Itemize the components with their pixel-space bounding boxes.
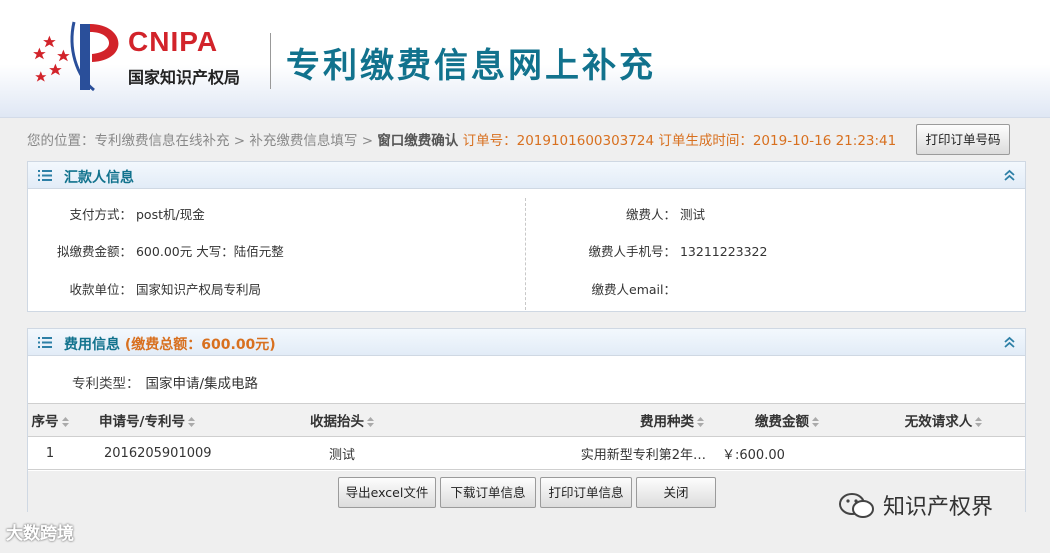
column-header[interactable]: 费用种类 <box>462 403 712 437</box>
sort-icon <box>697 417 704 427</box>
patent-type-row: 专利类型： 国家申请/集成电路 <box>72 372 258 392</box>
receiver-value: 国家知识产权局专利局 <box>135 282 261 297</box>
cell-index: 1 <box>28 436 72 470</box>
column-header[interactable]: 申请号/专利号 <box>72 403 222 437</box>
patent-type-label: 专利类型： <box>72 376 140 392</box>
payer-phone-row: 缴费人手机号： 13211223322 <box>548 241 767 260</box>
fee-title: 费用信息 <box>64 337 120 353</box>
cell-amount: ￥:600.00 <box>712 436 862 470</box>
order-number-label: 订单号： <box>462 133 517 149</box>
breadcrumb-link-fill[interactable]: 补充缴费信息填写 <box>249 133 357 149</box>
cell-fee-type: 实用新型专利第2年… <box>462 436 712 470</box>
breadcrumb-prefix: 您的位置： <box>27 133 95 149</box>
collapse-up-icon[interactable] <box>1003 169 1016 182</box>
sort-icon <box>187 417 195 427</box>
receiver-row: 收款单位： 国家知识产权局专利局 <box>28 279 261 298</box>
watermark-text: 大数跨境 <box>6 524 74 544</box>
payer-name-row: 缴费人： 测试 <box>548 204 705 223</box>
sort-icon <box>975 417 983 427</box>
order-time-label: 订单生成时间： <box>658 133 753 149</box>
page-title: 专利缴费信息网上补充 <box>286 46 656 86</box>
print-order-button[interactable]: 打印订单信息 <box>540 477 632 508</box>
column-header[interactable]: 收据抬头 <box>222 403 462 437</box>
fee-total: (缴费总额：600.00元) <box>124 337 276 353</box>
download-order-button[interactable]: 下载订单信息 <box>440 477 536 508</box>
column-header[interactable]: 缴费金额 <box>712 403 862 437</box>
fee-info-panel: 费用信息 (缴费总额：600.00元) 专利类型： 国家申请/集成电路 序号 申请… <box>27 328 1026 512</box>
sort-icon <box>367 417 374 427</box>
order-time: 2019-10-16 21:23:41 <box>752 133 897 149</box>
page-header: CNIPA 国家知识产权局 专利缴费信息网上补充 <box>0 0 1050 118</box>
wechat-watermark: 知识产权界 <box>838 489 993 521</box>
payer-email-row: 缴费人email： <box>548 279 676 298</box>
amount-value: 600.00元 大写：陆佰元整 <box>135 244 284 259</box>
sort-icon <box>812 417 819 427</box>
field-label: 缴费人email： <box>591 282 676 297</box>
logo-subtitle: 国家知识产权局 <box>128 68 241 87</box>
export-excel-button[interactable]: 导出excel文件 <box>338 477 436 508</box>
sort-icon <box>61 417 69 427</box>
panel-title: 汇款人信息 <box>64 170 134 186</box>
collapse-up-icon[interactable] <box>1003 336 1016 349</box>
corner-watermark: 大数跨境 <box>6 519 74 544</box>
breadcrumb: 您的位置：专利缴费信息在线补充 > 补充缴费信息填写 > 窗口缴费确认 订单号：… <box>27 129 896 149</box>
breadcrumb-link-online[interactable]: 专利缴费信息在线补充 <box>95 133 230 149</box>
panel-title: 费用信息 (缴费总额：600.00元) <box>64 334 276 354</box>
column-divider <box>525 198 526 310</box>
header-divider <box>270 33 271 89</box>
column-header[interactable]: 序号 <box>28 403 72 437</box>
panel-header: 汇款人信息 <box>28 162 1025 189</box>
payment-method-row: 支付方式： post机/现金 <box>28 204 205 223</box>
wechat-icon <box>839 493 874 518</box>
panel-header: 费用信息 (缴费总额：600.00元) <box>28 329 1025 356</box>
table-header-row: 序号 申请号/专利号 收据抬头 费用种类 缴费金额 无效请求人 <box>28 403 1025 437</box>
breadcrumb-separator: > <box>233 133 246 149</box>
field-label: 支付方式： <box>69 207 132 222</box>
list-icon <box>38 337 52 348</box>
breadcrumb-current: 窗口缴费确认 <box>377 133 459 149</box>
field-label: 缴费人手机号： <box>588 244 676 259</box>
list-icon <box>38 170 52 181</box>
payer-name-value: 测试 <box>679 207 705 222</box>
field-label: 收款单位： <box>69 282 132 297</box>
amount-row: 拟缴费金额： 600.00元 大写：陆佰元整 <box>28 241 284 260</box>
column-header[interactable]: 无效请求人 <box>862 403 1025 437</box>
order-number: 2019101600303724 <box>516 133 655 149</box>
patent-type-value: 国家申请/集成电路 <box>145 376 259 392</box>
close-button[interactable]: 关闭 <box>636 477 716 508</box>
watermark-text: 知识产权界 <box>883 495 994 520</box>
payer-phone-value: 13211223322 <box>679 244 768 259</box>
print-order-number-button[interactable]: 打印订单号码 <box>916 124 1010 155</box>
payment-method-value: post机/现金 <box>135 207 205 222</box>
breadcrumb-separator: > <box>361 133 374 149</box>
fee-table: 序号 申请号/专利号 收据抬头 费用种类 缴费金额 无效请求人 1 201620… <box>28 403 1025 470</box>
cell-receipt-title: 测试 <box>222 436 462 470</box>
payer-info-panel: 汇款人信息 支付方式： post机/现金 拟缴费金额： 600.00元 大写：陆… <box>27 161 1026 312</box>
field-label: 缴费人： <box>625 207 676 222</box>
cell-application-no: 2016205901009 <box>72 436 222 470</box>
logo-text: CNIPA <box>128 26 219 57</box>
table-row: 1 2016205901009 测试 实用新型专利第2年… ￥:600.00 <box>28 436 1025 470</box>
cell-requester <box>862 436 1025 470</box>
field-label: 拟缴费金额： <box>56 244 132 259</box>
